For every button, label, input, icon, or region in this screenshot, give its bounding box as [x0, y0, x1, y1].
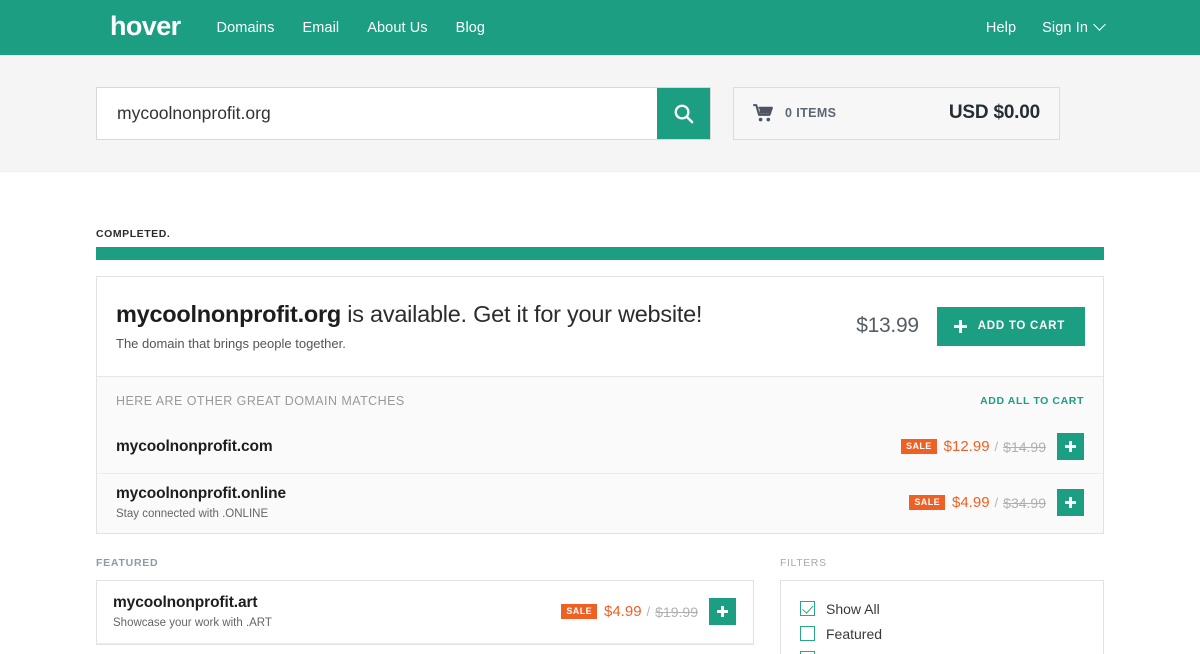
add-domain-button[interactable] — [1057, 489, 1084, 517]
progress-fill — [96, 247, 1104, 260]
cart-summary[interactable]: 0 ITEMS USD $0.00 — [733, 86, 1060, 140]
match-sale-price: $4.99 — [952, 494, 990, 512]
search-icon — [674, 104, 694, 123]
cart-total: USD $0.00 — [948, 102, 1040, 123]
search-button[interactable] — [657, 87, 710, 139]
nav-item-help[interactable]: Help — [986, 20, 1016, 36]
match-price-group: SALE $4.99 / $34.99 — [909, 494, 1046, 511]
nav-item-email[interactable]: Email — [302, 20, 339, 36]
results-card: mycoolnonprofit.org is available. Get it… — [96, 276, 1104, 535]
add-to-cart-label: ADD TO CART — [977, 320, 1065, 332]
domain-search-box — [96, 86, 711, 140]
add-to-cart-button[interactable]: ADD TO CART — [936, 306, 1085, 346]
other-matches-section: HERE ARE OTHER GREAT DOMAIN MATCHES ADD … — [97, 376, 1103, 534]
match-info: mycoolnonprofit.art Showcase your work w… — [113, 594, 561, 629]
match-price-group: SALE $4.99 / $19.99 — [561, 603, 698, 620]
other-matches-header: HERE ARE OTHER GREAT DOMAIN MATCHES ADD … — [97, 377, 1103, 422]
filter-label: Featured — [826, 625, 883, 642]
checkbox-checked-icon[interactable] — [800, 601, 815, 617]
filters-column: FILTERS Show All Featured — [780, 557, 1104, 654]
featured-label: FEATURED — [96, 557, 159, 570]
bottom-columns: FEATURED mycoolnonprofit.art Showcase yo… — [96, 557, 1104, 654]
sale-badge: SALE — [909, 495, 945, 510]
add-domain-button[interactable] — [1057, 433, 1084, 461]
match-sale-price: $4.99 — [604, 603, 642, 621]
table-row: mycoolnonprofit.com SALE $12.99 / $14.99 — [97, 422, 1103, 473]
nav-item-about-us[interactable]: About Us — [367, 20, 427, 36]
match-domain-name[interactable]: mycoolnonprofit.online — [116, 485, 909, 503]
chevron-down-icon — [1093, 18, 1106, 31]
primary-result-domain: mycoolnonprofit.org — [116, 301, 342, 327]
filters-list: Show All Featured — [781, 581, 1103, 654]
match-info: mycoolnonprofit.online Stay connected wi… — [116, 485, 909, 520]
sign-in-menu[interactable]: Sign In — [1042, 18, 1106, 36]
plus-icon — [1065, 497, 1076, 509]
match-domain-name[interactable]: mycoolnonprofit.art — [113, 594, 561, 612]
add-all-to-cart-button[interactable]: ADD ALL TO CART — [980, 395, 1084, 407]
match-price-group: SALE $12.99 / $14.99 — [901, 438, 1046, 455]
site-header: hover Domains Email About Us Blog Help S… — [0, 0, 1200, 55]
search-strip: 0 ITEMS USD $0.00 — [0, 55, 1200, 172]
search-progress-bar — [96, 247, 1104, 260]
price-separator: / — [646, 604, 651, 620]
shopping-cart-icon — [753, 104, 773, 122]
primary-result-subtext: The domain that brings people together. — [116, 336, 346, 352]
nav-item-domains[interactable]: Domains — [217, 20, 275, 36]
match-domain-name[interactable]: mycoolnonprofit.com — [116, 438, 901, 456]
price-separator: / — [994, 495, 999, 511]
primary-nav: Domains Email About Us Blog — [217, 20, 486, 36]
match-info: mycoolnonprofit.com — [116, 438, 901, 456]
match-sale-price: $12.99 — [943, 438, 990, 456]
cart-item-count: 0 ITEMS — [785, 106, 837, 120]
filter-third[interactable] — [800, 646, 1084, 654]
plus-icon — [1065, 441, 1076, 453]
search-input[interactable] — [97, 87, 657, 139]
secondary-nav: Help Sign In — [986, 18, 1106, 36]
match-domain-tagline: Stay connected with .ONLINE — [116, 508, 269, 521]
other-matches-title: HERE ARE OTHER GREAT DOMAIN MATCHES — [116, 394, 405, 409]
price-separator: / — [994, 439, 999, 455]
match-original-price: $34.99 — [1003, 494, 1046, 511]
filter-featured[interactable]: Featured — [800, 621, 1084, 646]
featured-column: FEATURED mycoolnonprofit.art Showcase yo… — [96, 557, 754, 654]
nav-item-blog[interactable]: Blog — [456, 20, 485, 36]
filters-label: FILTERS — [780, 557, 827, 570]
sign-in-label: Sign In — [1042, 19, 1088, 36]
match-original-price: $14.99 — [1003, 438, 1046, 455]
table-row: mycoolnonprofit.online Stay connected wi… — [97, 473, 1103, 533]
filter-label: Show All — [826, 600, 880, 617]
sale-badge: SALE — [561, 604, 597, 619]
filter-show-all[interactable]: Show All — [800, 596, 1084, 621]
primary-result-text: mycoolnonprofit.org is available. Get it… — [116, 301, 856, 351]
checkbox-icon[interactable] — [800, 626, 815, 642]
match-domain-tagline: Showcase your work with .ART — [113, 617, 272, 630]
main-content: COMPLETED. mycoolnonprofit.org is availa… — [0, 172, 1200, 654]
sale-badge: SALE — [901, 439, 937, 454]
featured-panel: mycoolnonprofit.art Showcase your work w… — [96, 580, 754, 646]
plus-icon — [717, 606, 728, 618]
hover-logo[interactable]: hover — [110, 13, 181, 40]
table-row: mycoolnonprofit.art Showcase your work w… — [97, 581, 753, 645]
primary-result-row: mycoolnonprofit.org is available. Get it… — [97, 277, 1103, 376]
primary-result-price: $13.99 — [856, 314, 919, 337]
plus-icon — [953, 319, 967, 333]
progress-label: COMPLETED. — [96, 228, 171, 240]
match-original-price: $19.99 — [655, 603, 698, 620]
add-domain-button[interactable] — [709, 598, 736, 626]
primary-result-headline: mycoolnonprofit.org is available. Get it… — [116, 301, 856, 328]
primary-result-availability: is available. Get it for your website! — [341, 301, 703, 327]
filters-panel: Show All Featured — [780, 580, 1104, 654]
